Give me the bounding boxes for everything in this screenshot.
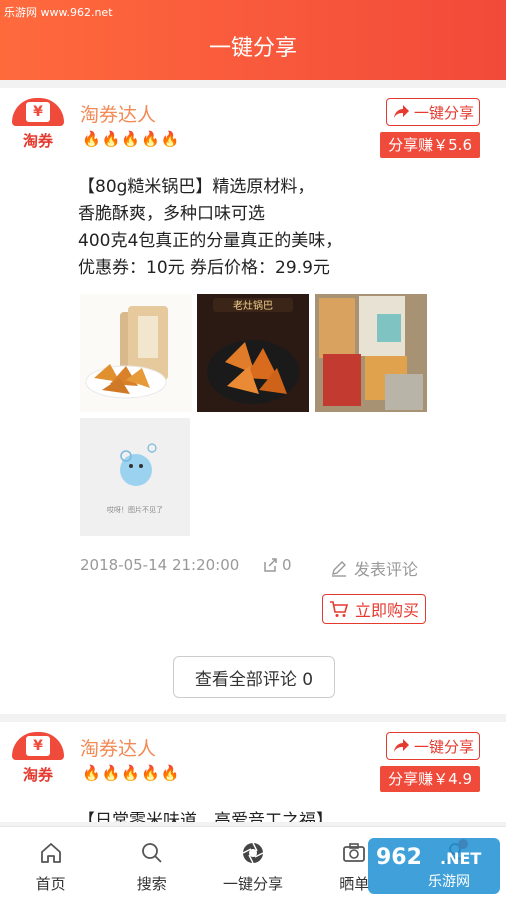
post-description: 【日常零米味道，高爱音工之福】	[78, 811, 333, 822]
product-photo-rice-crackers-pan: 老灶锅巴	[197, 294, 309, 412]
share-button-label: 一键分享	[413, 737, 474, 756]
shop-logo: ¥ 淘券	[10, 98, 66, 154]
logo-text: 淘券	[22, 132, 53, 150]
pen-icon	[332, 561, 346, 577]
comment-button[interactable]: 发表评论	[330, 556, 418, 580]
share-earn-badge[interactable]: 分享赚￥5.6	[380, 132, 480, 158]
product-photo-rice-crackers-packs	[315, 294, 427, 412]
tab-label: 首页	[35, 875, 66, 893]
buy-now-button[interactable]: 立即购买	[322, 594, 426, 624]
comment-label: 发表评论	[354, 560, 419, 579]
share-count-value: 0	[282, 556, 292, 574]
product-photo-rice-crackers-bag	[80, 294, 192, 412]
post-card: ¥ 淘券 淘券达人 🔥🔥🔥🔥🔥 一键分享 分享赚￥5.6 【80g糙米锅巴】精选…	[0, 88, 506, 714]
buy-now-label: 立即购买	[354, 601, 419, 620]
search-icon	[141, 843, 162, 863]
tab-label: 一键分享	[223, 875, 284, 893]
product-image[interactable]: 老灶锅巴	[197, 294, 309, 412]
brand-name: 乐游网	[428, 874, 470, 890]
desc-line: 香脆酥爽，多种口味可选	[78, 204, 265, 224]
product-image[interactable]	[315, 294, 427, 412]
share-button[interactable]: 一键分享	[386, 732, 480, 760]
image-placeholder[interactable]: 哎呀！图片不见了	[80, 418, 190, 536]
logo-text: 淘券	[22, 766, 53, 784]
image-not-found-placeholder: 哎呀！图片不见了	[80, 418, 190, 536]
desc-line: 400克4包真正的分量真正的美味，	[78, 231, 343, 251]
product-image[interactable]	[80, 294, 192, 412]
share-arrow-icon	[393, 739, 409, 752]
desc-line: 优惠券：10元 券后价格：29.9元	[78, 258, 330, 278]
site-watermark: 乐游网 www.962.net	[4, 6, 113, 19]
tab-label: 搜索	[136, 875, 167, 893]
tab-share[interactable]: 一键分享	[202, 827, 303, 900]
yen-symbol: ¥	[26, 102, 50, 122]
page-title: 一键分享	[208, 36, 297, 61]
aperture-icon	[242, 842, 264, 864]
share-out-icon	[264, 558, 277, 572]
share-earn-badge[interactable]: 分享赚￥4.9	[380, 766, 480, 792]
yen-symbol: ¥	[26, 736, 50, 756]
desc-line: 【80g糙米锅巴】精选原材料，	[78, 177, 315, 197]
post-description: 【80g糙米锅巴】精选原材料， 香脆酥爽，多种口味可选 400克4包真正的分量真…	[78, 174, 488, 282]
app-header: 乐游网 www.962.net 一键分享	[0, 0, 506, 80]
post-card: ¥ 淘券 淘券达人 🔥🔥🔥🔥🔥 一键分享 分享赚￥4.9 【日常零米味道，高爱音…	[0, 722, 506, 822]
brand-net: .NET	[440, 849, 481, 868]
tab-label: 晒单	[339, 875, 370, 893]
cart-icon	[329, 601, 349, 617]
author-name: 淘券达人	[80, 104, 157, 126]
share-count[interactable]: 0	[262, 556, 292, 574]
tab-home[interactable]: 首页	[0, 827, 101, 900]
placeholder-caption: 哎呀！图片不见了	[107, 505, 163, 514]
rating-flames: 🔥🔥🔥🔥🔥	[82, 764, 181, 782]
post-date: 2018-05-14 21:20:00	[80, 556, 240, 574]
share-button-label: 一键分享	[413, 103, 474, 122]
home-icon	[40, 843, 61, 863]
site-logo-watermark: 962 .NET 乐游网	[368, 838, 500, 894]
shop-logo: ¥ 淘券	[10, 732, 66, 788]
rating-flames: 🔥🔥🔥🔥🔥	[82, 130, 181, 148]
author-name: 淘券达人	[80, 738, 157, 760]
brand-number: 962	[376, 845, 422, 870]
image-caption: 老灶锅巴	[233, 299, 273, 312]
view-all-comments-button[interactable]: 查看全部评论 0	[173, 656, 335, 698]
camera-icon	[343, 843, 366, 862]
share-arrow-icon	[393, 105, 409, 118]
share-button[interactable]: 一键分享	[386, 98, 480, 126]
tab-search[interactable]: 搜索	[101, 827, 202, 900]
